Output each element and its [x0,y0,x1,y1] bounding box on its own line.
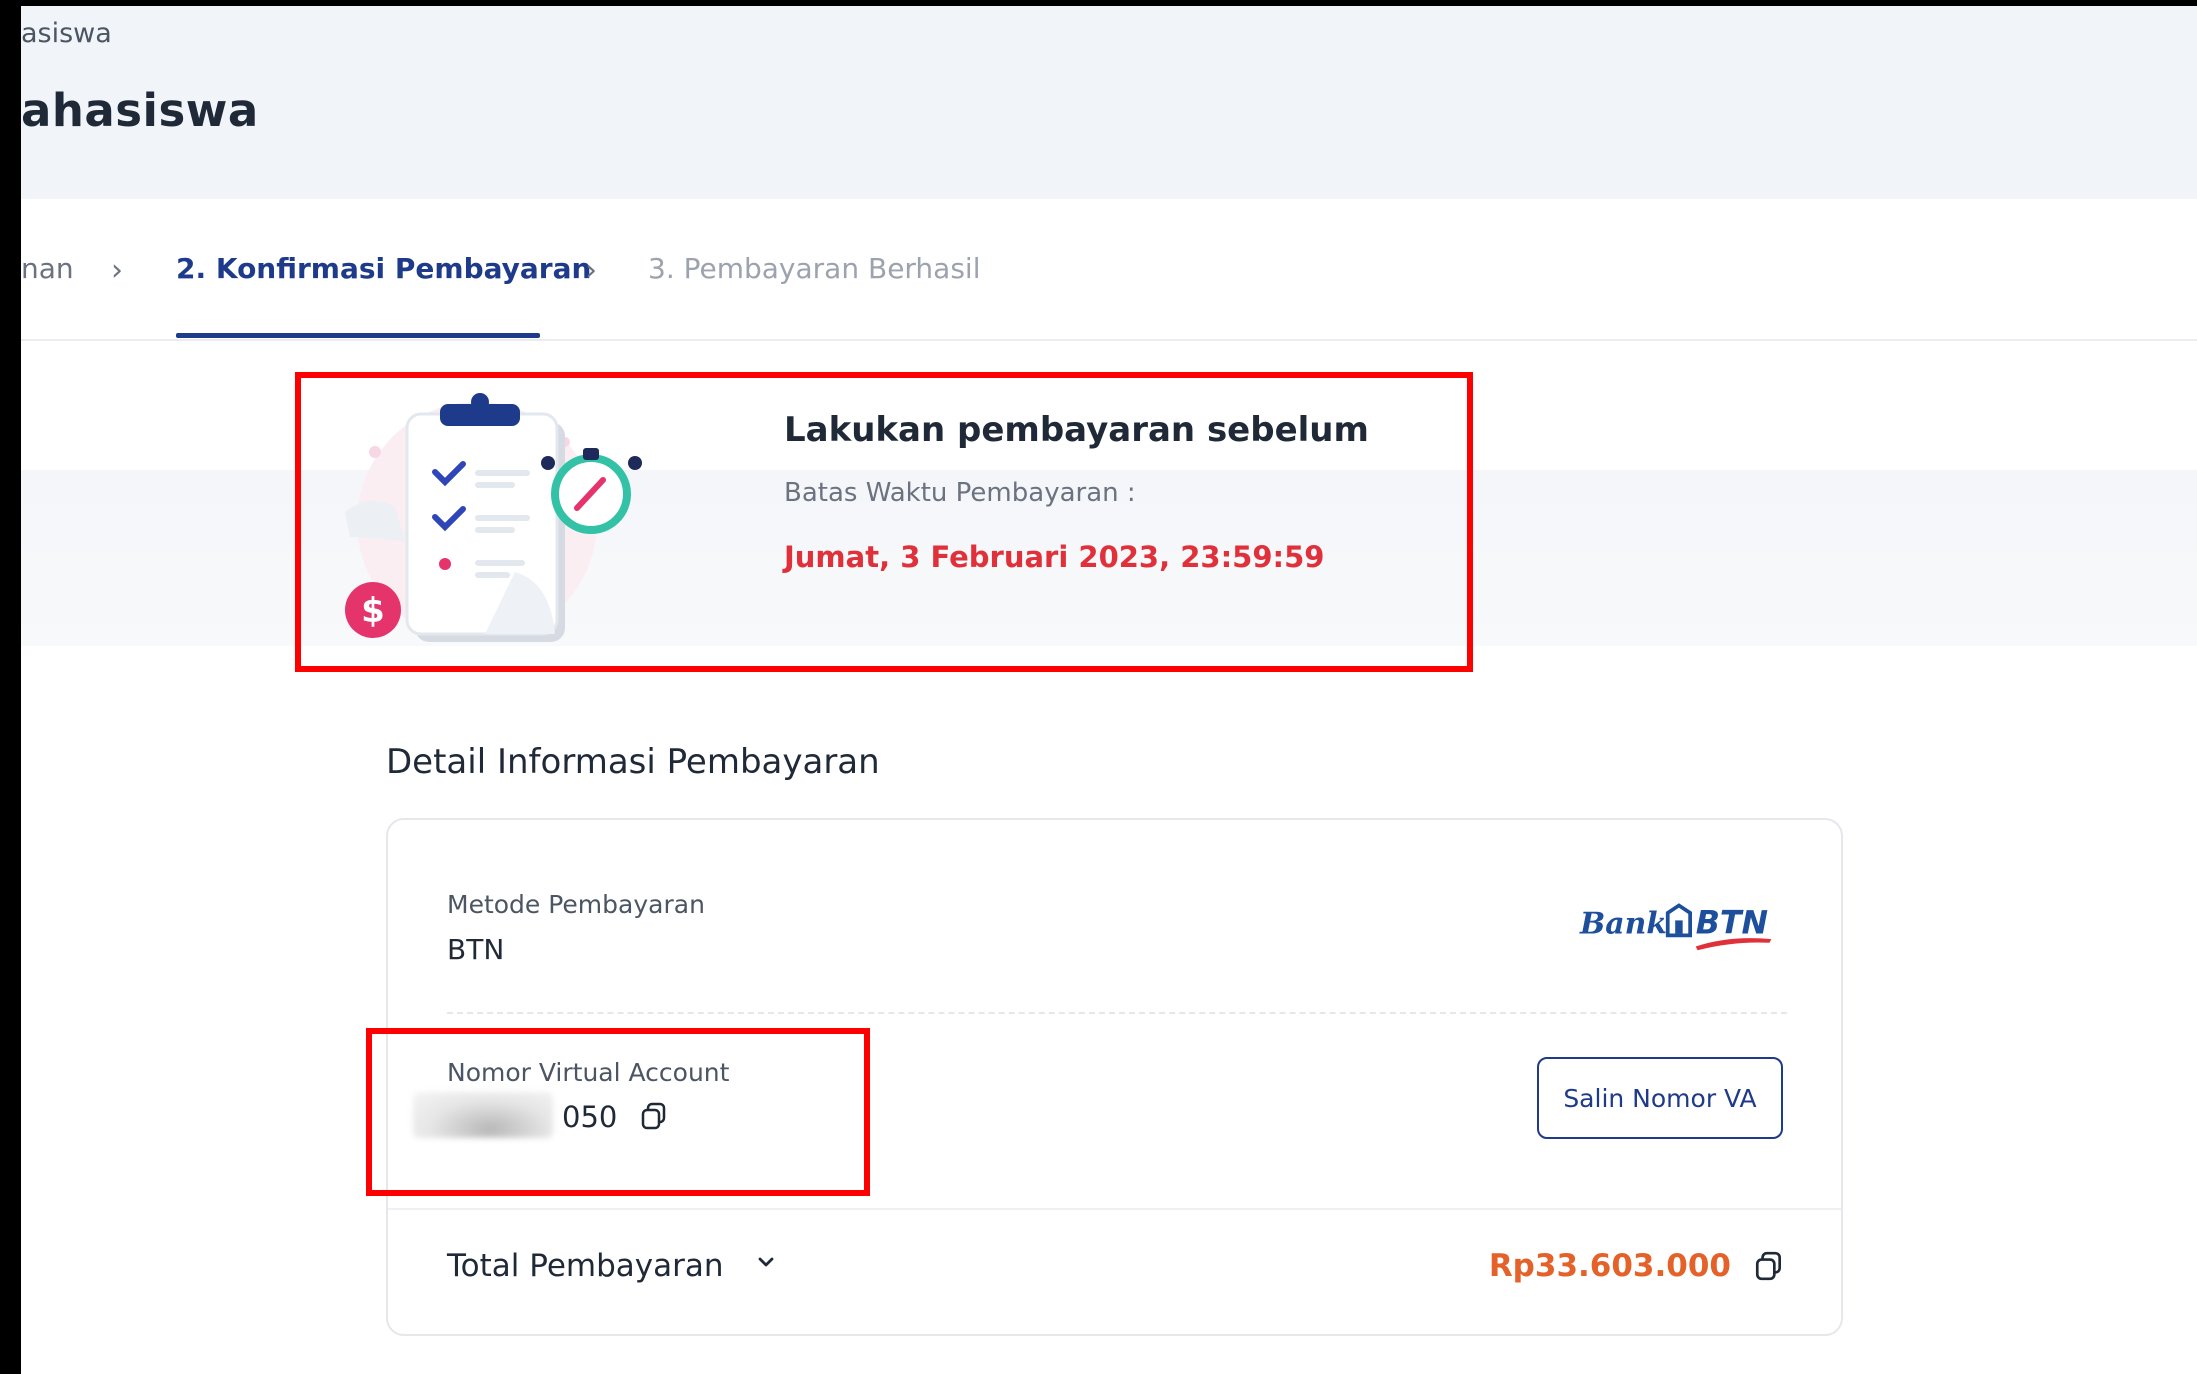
copy-icon[interactable] [1753,1250,1785,1282]
total-payment-label[interactable]: Total Pembayaran [447,1248,724,1284]
page-header: asiswa ahasiswa [21,6,2197,199]
copy-va-button[interactable]: Salin Nomor VA [1537,1057,1783,1139]
page: asiswa ahasiswa nan › 2. Konfirmasi Pemb… [21,0,2197,1374]
total-payment-row[interactable]: Total Pembayaran Rp33.603.000 [388,1208,1841,1336]
divider [447,1012,1787,1014]
payment-method-label: Metode Pembayaran [447,890,705,919]
breadcrumb[interactable]: asiswa [21,18,112,49]
payment-method-value: BTN [447,933,505,966]
chevron-right-icon: › [111,253,123,288]
highlight-box-virtual-account [366,1028,870,1196]
step-3[interactable]: 3. Pembayaran Berhasil [648,252,981,285]
active-step-indicator [176,333,540,338]
svg-text:Bank: Bank [1579,906,1667,941]
highlight-box-deadline [295,372,1473,672]
step-2-active[interactable]: 2. Konfirmasi Pembayaran [176,252,591,285]
chevron-down-icon[interactable] [754,1250,778,1274]
chevron-right-icon: › [585,253,597,288]
total-payment-amount: Rp33.603.000 [1488,1248,1731,1284]
payment-steps: nan › 2. Konfirmasi Pembayaran › 3. Pemb… [21,199,2197,341]
page-title: ahasiswa [21,84,259,137]
section-title: Detail Informasi Pembayaran [386,742,880,782]
bank-btn-logo: Bank BTN [1579,903,1772,951]
svg-text:BTN: BTN [1696,905,1768,941]
step-1[interactable]: nan [21,252,74,285]
